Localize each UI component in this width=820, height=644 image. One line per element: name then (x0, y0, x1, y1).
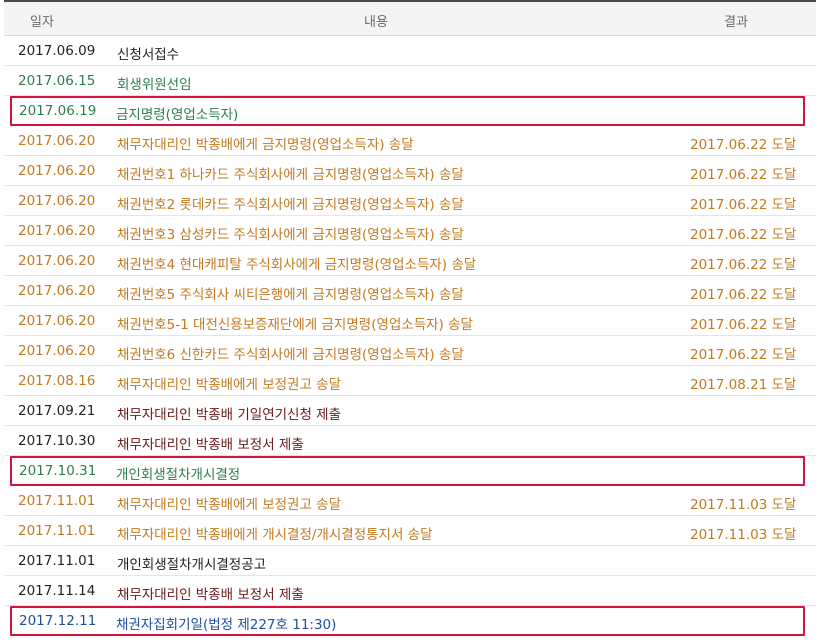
row-content: 채권번호5 주식회사 씨티은행에게 금지명령(영업소득자) 송달 (117, 287, 464, 303)
row-content: 채무자대리인 박종배에게 금지명령(영업소득자) 송달 (117, 137, 414, 153)
row-result: 2017.06.22 도달 (690, 167, 797, 183)
table-row: 2017.06.20 채권번호4 현대캐피탈 주식회사에게 금지명령(영업소득자)… (4, 246, 816, 276)
row-result: 2017.08.21 도달 (690, 377, 797, 393)
table-row: 2017.06.20 채권번호1 하나카드 주식회사에게 금지명령(영업소득자) … (4, 156, 816, 186)
table-row: 2017.06.20 채무자대리인 박종배에게 금지명령(영업소득자) 송달 201… (4, 126, 816, 156)
row-content: 채무자대리인 박종배에게 보정권고 송달 (117, 377, 342, 393)
table-row: 2017.06.20 채권번호5 주식회사 씨티은행에게 금지명령(영업소득자) … (4, 276, 816, 306)
row-result: 2017.06.22 도달 (690, 137, 797, 153)
row-content: 채무자대리인 박종배 기일연기신청 제출 (117, 407, 342, 423)
table-row: 2017.06.20 채권번호6 신한카드 주식회사에게 금지명령(영업소득자) … (4, 336, 816, 366)
table-body: 2017.06.09 신청서접수 2017.06.15 회생위원선임 2017.06.1… (0, 36, 820, 636)
table-row: 2017.11.01 채무자대리인 박종배에게 개시결정/개시결정통지서 송달 20… (4, 516, 816, 546)
row-result: 2017.06.22 도달 (690, 227, 797, 243)
row-date: 2017.06.19 (19, 103, 97, 119)
row-date: 2017.09.21 (18, 403, 96, 419)
table-row: 2017.06.20 채권번호5-1 대전신용보증재단에게 금지명령(영업소득자)… (4, 306, 816, 336)
row-content: 채무자대리인 박종배 보정서 제출 (117, 437, 304, 453)
row-result: 2017.06.22 도달 (690, 257, 797, 273)
table-row: 2017.06.09 신청서접수 (4, 36, 816, 66)
table-row: 2017.06.15 회생위원선임 (4, 66, 816, 96)
row-date: 2017.06.09 (18, 43, 96, 59)
table-row: 2017.10.30 채무자대리인 박종배 보정서 제출 (4, 426, 816, 456)
table-row: 2017.11.14 채무자대리인 박종배 보정서 제출 (4, 576, 816, 606)
row-date: 2017.06.20 (18, 133, 96, 149)
row-content: 금지명령(영업소득자) (116, 107, 239, 123)
row-date: 2017.11.01 (18, 523, 96, 539)
row-content: 채권번호5-1 대전신용보증재단에게 금지명령(영업소득자) 송달 (117, 317, 473, 333)
row-date: 2017.10.31 (19, 463, 97, 479)
case-progress-table: 일자 내용 결과 2017.06.09 신청서접수 2017.06.15 회생위원선임… (0, 0, 820, 636)
table-row: 2017.08.16 채무자대리인 박종배에게 보정권고 송달 2017.08.21… (4, 366, 816, 396)
row-content: 신청서접수 (117, 47, 180, 63)
row-date: 2017.11.01 (18, 553, 96, 569)
row-content: 채권번호4 현대캐피탈 주식회사에게 금지명령(영업소득자) 송달 (117, 257, 477, 273)
table-row: 2017.09.21 채무자대리인 박종배 기일연기신청 제출 (4, 396, 816, 426)
row-content: 채무자대리인 박종배에게 개시결정/개시결정통지서 송달 (117, 527, 433, 543)
row-result: 2017.06.22 도달 (690, 317, 797, 333)
row-content: 개인회생절차개시결정 (116, 467, 241, 483)
row-date: 2017.12.11 (19, 613, 97, 629)
row-date: 2017.06.15 (18, 73, 96, 89)
table-row: 2017.06.20 채권번호2 롯데카드 주식회사에게 금지명령(영업소득자) … (4, 186, 816, 216)
row-content: 회생위원선임 (117, 77, 192, 93)
row-date: 2017.11.01 (18, 493, 96, 509)
row-result: 2017.06.22 도달 (690, 197, 797, 213)
table-row: 2017.11.01 채무자대리인 박종배에게 보정권고 송달 2017.11.03… (4, 486, 816, 516)
table-header: 일자 내용 결과 (4, 2, 816, 36)
row-content: 채무자대리인 박종배 보정서 제출 (117, 587, 304, 603)
header-content: 내용 (364, 15, 388, 30)
row-date: 2017.08.16 (18, 373, 96, 389)
row-date: 2017.06.20 (18, 313, 96, 329)
row-result: 2017.06.22 도달 (690, 347, 797, 363)
row-content: 채권자집회기일(법정 제227호 11:30) (116, 617, 337, 633)
row-date: 2017.06.20 (18, 253, 96, 269)
row-content: 개인회생절차개시결정공고 (117, 557, 267, 573)
table-row: 2017.06.20 채권번호3 삼성카드 주식회사에게 금지명령(영업소득자) … (4, 216, 816, 246)
row-content: 채무자대리인 박종배에게 보정권고 송달 (117, 497, 342, 513)
header-result: 결과 (724, 15, 748, 30)
table-row: 2017.11.01 개인회생절차개시결정공고 (4, 546, 816, 576)
row-content: 채권번호2 롯데카드 주식회사에게 금지명령(영업소득자) 송달 (117, 197, 464, 213)
row-date: 2017.06.20 (18, 343, 96, 359)
row-date: 2017.06.20 (18, 283, 96, 299)
table-row-highlighted: 2017.06.19 금지명령(영업소득자) (10, 96, 805, 126)
row-result: 2017.06.22 도달 (690, 287, 797, 303)
row-content: 채권번호6 신한카드 주식회사에게 금지명령(영업소득자) 송달 (117, 347, 464, 363)
row-date: 2017.06.20 (18, 223, 96, 239)
table-row-highlighted: 2017.12.11 채권자집회기일(법정 제227호 11:30) (10, 606, 805, 636)
row-date: 2017.06.20 (18, 163, 96, 179)
row-content: 채권번호1 하나카드 주식회사에게 금지명령(영업소득자) 송달 (117, 167, 464, 183)
row-date: 2017.11.14 (18, 583, 96, 599)
row-date: 2017.10.30 (18, 433, 96, 449)
row-result: 2017.11.03 도달 (690, 527, 797, 543)
table-row-highlighted: 2017.10.31 개인회생절차개시결정 (10, 456, 805, 486)
row-result: 2017.11.03 도달 (690, 497, 797, 513)
header-date: 일자 (30, 15, 54, 30)
row-content: 채권번호3 삼성카드 주식회사에게 금지명령(영업소득자) 송달 (117, 227, 464, 243)
row-date: 2017.06.20 (18, 193, 96, 209)
